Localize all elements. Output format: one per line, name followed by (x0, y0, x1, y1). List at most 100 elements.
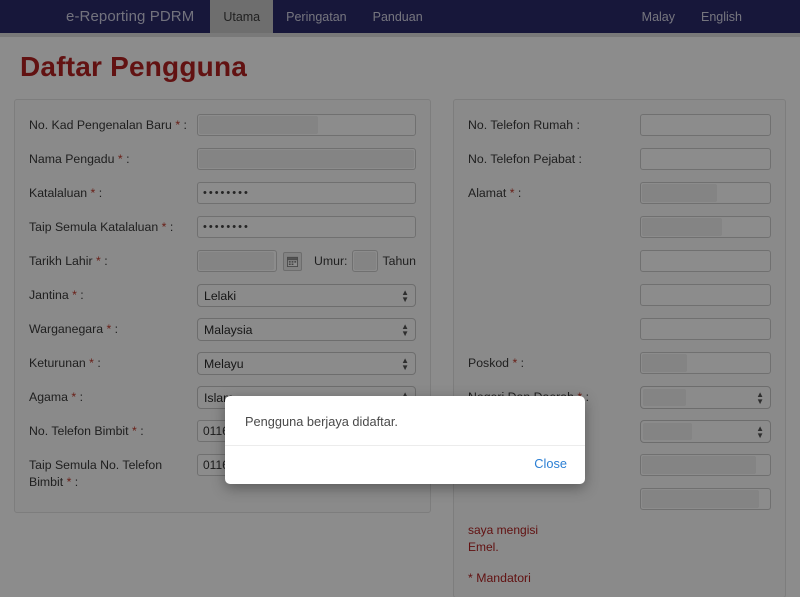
label-tarikh-lahir: Tarikh Lahir * : (29, 254, 108, 268)
label-nokp: No. Kad Pengenalan Baru * : (29, 118, 187, 132)
nav-item-panduan[interactable]: Panduan (360, 0, 436, 33)
input-nokp[interactable] (197, 114, 416, 136)
modal-message: Pengguna berjaya didaftar. (245, 414, 398, 429)
label-telefon-pejabat: No. Telefon Pejabat : (468, 152, 582, 166)
control-poskod (640, 352, 771, 374)
redaction-block (642, 218, 722, 236)
input-alamat-line2[interactable] (640, 216, 771, 238)
control-alamat-line3 (640, 250, 771, 272)
input-alamat-line3[interactable] (640, 250, 771, 272)
control-warganegara: Malaysia ▲ ▼ (197, 318, 416, 341)
redaction-block (642, 354, 688, 372)
nav-item-english[interactable]: English (688, 0, 755, 33)
field-row-alamat-line3 (468, 250, 771, 274)
label-poskod: Poskod * : (468, 356, 525, 370)
control-daerah: ▲ ▼ (640, 420, 771, 443)
input-emel[interactable] (640, 454, 771, 476)
input-tarikh-lahir[interactable] (197, 250, 277, 272)
select-jantina-value: Lelaki (204, 288, 237, 303)
field-row-tarikh-lahir: Tarikh Lahir * : Umur: Tahun (29, 250, 416, 274)
label-alamat: Alamat * : (468, 186, 522, 200)
field-row-alamat-line5 (468, 318, 771, 342)
chevron-updown-icon: ▲▼ (756, 423, 764, 440)
field-row-alamat-line4 (468, 284, 771, 308)
redaction-block (199, 252, 274, 270)
control-nokp (197, 114, 416, 136)
field-row-keturunan: Keturunan * : Melayu ▲ ▼ (29, 352, 416, 376)
label-warganegara: Warganegara * : (29, 322, 119, 336)
input-nama-pengadu[interactable] (197, 148, 416, 170)
field-row-jantina: Jantina * : Lelaki ▲ ▼ (29, 284, 416, 308)
brand-logo[interactable]: e-Reporting PDRM (0, 0, 210, 33)
label-umur: Umur: (314, 254, 348, 268)
field-row-katalaluan: Katalaluan * : •••••••• (29, 182, 416, 206)
control-emel-ulang (640, 488, 771, 510)
form-note-line2: Emel. (468, 540, 499, 555)
redaction-block (643, 389, 686, 406)
nav-item-utama[interactable]: Utama (210, 0, 274, 33)
input-katalaluan-ulang[interactable]: •••••••• (197, 216, 416, 238)
modal-footer: Close (225, 445, 585, 484)
field-row-katalaluan-ulang: Taip Semula Katalaluan * : •••••••• (29, 216, 416, 240)
field-row-emel-ulang (468, 488, 771, 512)
control-alamat-line5 (640, 318, 771, 340)
label-agama: Agama * : (29, 390, 84, 404)
form-note: saya mengisi Emel. (468, 522, 771, 557)
label-tahun: Tahun (382, 254, 416, 268)
field-row-alamat: Alamat * : (468, 182, 771, 206)
label-telefon-rumah: No. Telefon Rumah : (468, 118, 580, 132)
redaction-block (642, 184, 717, 202)
navbar-language-group: Malay English (629, 0, 800, 33)
select-warganegara[interactable]: Malaysia ▲ ▼ (197, 318, 416, 341)
calendar-icon[interactable] (283, 251, 302, 271)
label-telefon-bimbit-ulang: Taip Semula No. Telefon Bimbit * : (29, 458, 163, 489)
select-keturunan[interactable]: Melayu ▲ ▼ (197, 352, 416, 375)
input-alamat-line5[interactable] (640, 318, 771, 340)
input-poskod[interactable] (640, 352, 771, 374)
select-negeri[interactable]: ▲ ▼ (640, 386, 771, 409)
control-negeri: ▲ ▼ (640, 386, 771, 409)
redaction-block (642, 456, 756, 474)
redaction-block (643, 423, 693, 440)
input-emel-ulang[interactable] (640, 488, 771, 510)
label-spacer (468, 284, 640, 287)
redaction-block (354, 252, 377, 270)
select-warganegara-value: Malaysia (204, 322, 253, 337)
input-telefon-pejabat[interactable] (640, 148, 771, 170)
control-alamat-line2 (640, 216, 771, 238)
form-panel-right: No. Telefon Rumah : No. Telefon Pejabat … (453, 99, 786, 597)
form-columns: No. Kad Pengenalan Baru * : Nama Pengadu… (14, 99, 786, 597)
input-alamat-line4[interactable] (640, 284, 771, 306)
select-daerah[interactable]: ▲ ▼ (640, 420, 771, 443)
label-telefon-bimbit: No. Telefon Bimbit * : (29, 424, 144, 438)
label-nama-pengadu: Nama Pengadu * : (29, 152, 130, 166)
input-telefon-rumah[interactable] (640, 114, 771, 136)
control-alamat-line4 (640, 284, 771, 306)
label-spacer (468, 250, 640, 253)
control-telefon-pejabat (640, 148, 771, 170)
input-alamat-line1[interactable] (640, 182, 771, 204)
chevron-updown-icon: ▲▼ (756, 389, 764, 406)
control-katalaluan-ulang: •••••••• (197, 216, 416, 238)
password-mask: •••••••• (203, 187, 250, 199)
modal-close-button[interactable]: Close (534, 456, 567, 471)
input-umur[interactable] (352, 250, 379, 272)
select-jantina[interactable]: Lelaki ▲ ▼ (197, 284, 416, 307)
input-katalaluan[interactable]: •••••••• (197, 182, 416, 204)
redaction-block (199, 116, 319, 134)
control-tarikh-lahir: Umur: Tahun (197, 250, 416, 272)
page-title: Daftar Pengguna (20, 51, 248, 82)
select-keturunan-value: Melayu (204, 356, 244, 371)
label-spacer (468, 318, 640, 321)
nav-item-malay[interactable]: Malay (629, 0, 688, 33)
mandatory-note: * Mandatori (468, 570, 531, 585)
redaction-block (199, 150, 414, 168)
form-note-line1: saya mengisi (468, 523, 539, 537)
nav-item-peringatan[interactable]: Peringatan (273, 0, 359, 33)
main-content: Daftar Pengguna No. Kad Pengenalan Baru … (0, 51, 800, 597)
control-nama-pengadu (197, 148, 416, 170)
field-row-poskod: Poskod * : (468, 352, 771, 376)
label-jantina: Jantina * : (29, 288, 84, 302)
control-telefon-rumah (640, 114, 771, 136)
field-row-warganegara: Warganegara * : Malaysia ▲ ▼ (29, 318, 416, 342)
